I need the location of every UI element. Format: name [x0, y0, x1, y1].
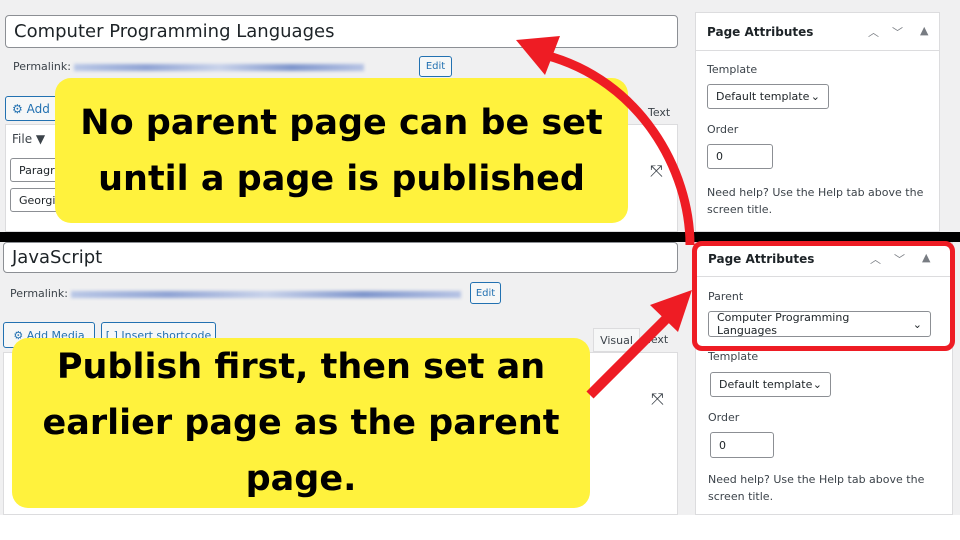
- arrow-to-title: [543, 50, 695, 246]
- arrows: [516, 36, 695, 399]
- arrow-to-parent: [586, 311, 674, 399]
